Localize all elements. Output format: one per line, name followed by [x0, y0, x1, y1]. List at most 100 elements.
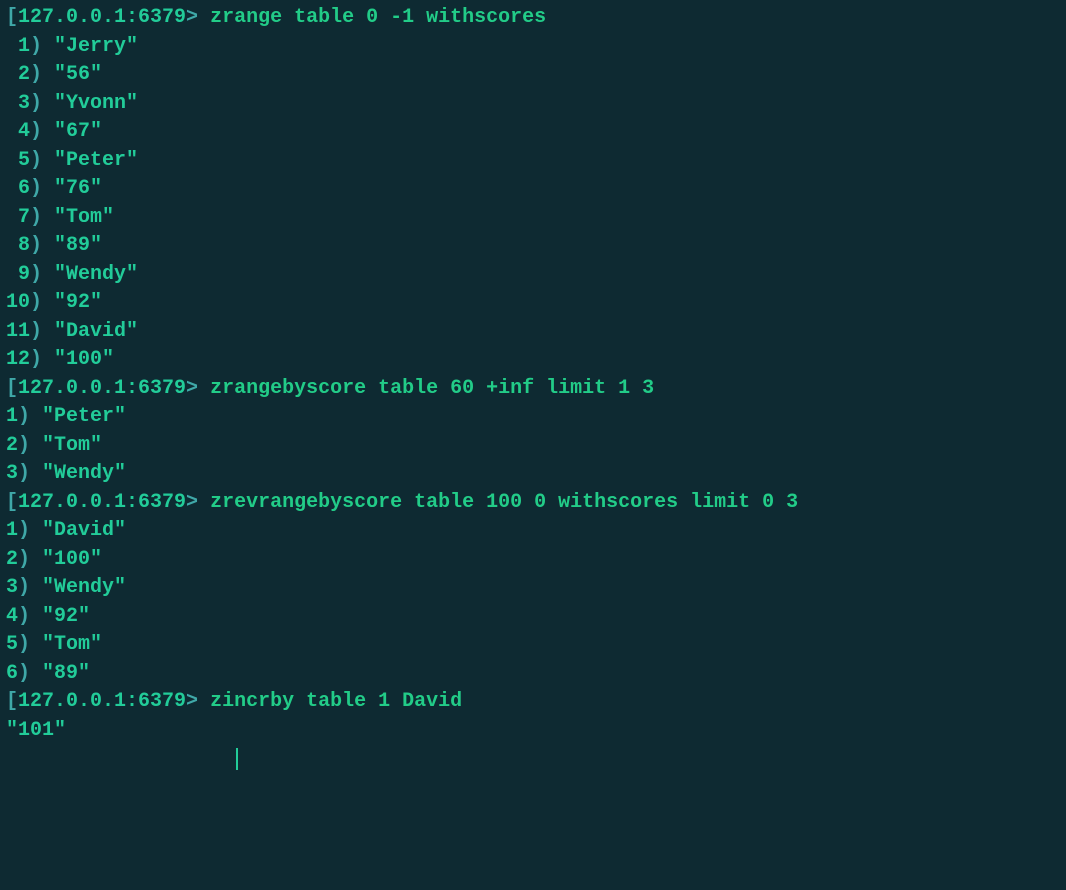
result-line: 6) "89" [6, 660, 1060, 689]
result-value: "100" [42, 548, 102, 571]
paren-close: ) [30, 92, 54, 115]
prompt-host: 127.0.0.1:6379 [18, 6, 186, 29]
result-value: "Peter" [42, 405, 126, 428]
result-index: 1 [6, 35, 30, 58]
paren-close: ) [18, 462, 42, 485]
paren-close: ) [30, 177, 54, 200]
paren-close: ) [18, 576, 42, 599]
prompt-suffix: > [186, 690, 210, 713]
paren-close: ) [30, 120, 54, 143]
result-value: "89" [42, 662, 90, 685]
result-line: 4) "67" [6, 118, 1060, 147]
command-text: zrange table 0 -1 withscores [210, 6, 546, 29]
result-line: 3) "Yvonn" [6, 90, 1060, 119]
result-line: 1) "Peter" [6, 403, 1060, 432]
prompt-host: 127.0.0.1:6379 [18, 690, 186, 713]
result-index: 2 [6, 63, 30, 86]
result-index: 1 [6, 405, 18, 428]
prompt-line: [127.0.0.1:6379> zrevrangebyscore table … [6, 489, 1060, 518]
result-line: 10) "92" [6, 289, 1060, 318]
result-line: 2) "Tom" [6, 432, 1060, 461]
result-line: 7) "Tom" [6, 204, 1060, 233]
result-value: "Jerry" [54, 35, 138, 58]
prompt-suffix: > [186, 491, 210, 514]
result-value: "92" [42, 605, 90, 628]
paren-close: ) [18, 405, 42, 428]
result-index: 7 [6, 206, 30, 229]
paren-close: ) [30, 206, 54, 229]
result-index: 3 [6, 576, 18, 599]
result-raw: "101" [6, 717, 1060, 746]
prompt-line: [127.0.0.1:6379> zrangebyscore table 60 … [6, 375, 1060, 404]
result-index: 12 [6, 348, 30, 371]
result-index: 1 [6, 519, 18, 542]
result-index: 10 [6, 291, 30, 314]
result-value: "56" [54, 63, 102, 86]
result-line: 4) "92" [6, 603, 1060, 632]
result-value: "David" [54, 320, 138, 343]
result-index: 3 [6, 92, 30, 115]
prompt-line: [127.0.0.1:6379> zincrby table 1 David [6, 688, 1060, 717]
result-line: 5) "Tom" [6, 631, 1060, 660]
paren-close: ) [18, 605, 42, 628]
result-line: 5) "Peter" [6, 147, 1060, 176]
result-index: 3 [6, 462, 18, 485]
result-index: 9 [6, 263, 30, 286]
result-index: 5 [6, 633, 18, 656]
paren-close: ) [30, 320, 54, 343]
cursor [236, 748, 238, 770]
bracket-open: [ [6, 377, 18, 400]
result-value: "92" [54, 291, 102, 314]
paren-close: ) [18, 548, 42, 571]
result-index: 8 [6, 234, 30, 257]
result-line: 8) "89" [6, 232, 1060, 261]
result-line: 12) "100" [6, 346, 1060, 375]
result-line: 9) "Wendy" [6, 261, 1060, 290]
result-value: "Wendy" [42, 576, 126, 599]
command-text: zincrby table 1 David [210, 690, 462, 713]
result-value: "67" [54, 120, 102, 143]
result-value: "100" [54, 348, 114, 371]
result-index: 4 [6, 120, 30, 143]
paren-close: ) [18, 662, 42, 685]
terminal[interactable]: [127.0.0.1:6379> zrange table 0 -1 withs… [0, 0, 1066, 778]
command-text: zrevrangebyscore table 100 0 withscores … [210, 491, 798, 514]
result-value: "101" [6, 719, 66, 742]
paren-close: ) [30, 348, 54, 371]
command-text: zrangebyscore table 60 +inf limit 1 3 [210, 377, 654, 400]
result-index: 6 [6, 177, 30, 200]
result-value: "76" [54, 177, 102, 200]
result-value: "Peter" [54, 149, 138, 172]
result-index: 5 [6, 149, 30, 172]
result-line: 11) "David" [6, 318, 1060, 347]
result-value: "Tom" [54, 206, 114, 229]
prompt-suffix: > [186, 377, 210, 400]
result-value: "89" [54, 234, 102, 257]
result-line: 1) "David" [6, 517, 1060, 546]
cursor-line[interactable] [6, 745, 1060, 774]
paren-close: ) [30, 149, 54, 172]
prompt-line: [127.0.0.1:6379> zrange table 0 -1 withs… [6, 4, 1060, 33]
result-value: "Tom" [42, 633, 102, 656]
result-value: "Yvonn" [54, 92, 138, 115]
prompt-suffix: > [186, 6, 210, 29]
result-index: 2 [6, 434, 18, 457]
paren-close: ) [30, 234, 54, 257]
result-value: "David" [42, 519, 126, 542]
bracket-open: [ [6, 690, 18, 713]
result-line: 3) "Wendy" [6, 574, 1060, 603]
result-index: 2 [6, 548, 18, 571]
paren-close: ) [30, 263, 54, 286]
paren-close: ) [18, 519, 42, 542]
paren-close: ) [30, 35, 54, 58]
result-index: 6 [6, 662, 18, 685]
result-index: 11 [6, 320, 30, 343]
result-line: 3) "Wendy" [6, 460, 1060, 489]
paren-close: ) [18, 633, 42, 656]
result-value: "Wendy" [54, 263, 138, 286]
paren-close: ) [30, 63, 54, 86]
result-value: "Tom" [42, 434, 102, 457]
result-line: 1) "Jerry" [6, 33, 1060, 62]
result-value: "Wendy" [42, 462, 126, 485]
bracket-open: [ [6, 6, 18, 29]
